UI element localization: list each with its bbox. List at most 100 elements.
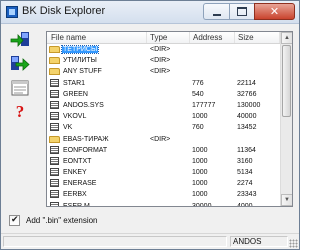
file-icon <box>50 112 59 121</box>
view-grid-icon <box>11 80 29 96</box>
file-address: 760 <box>192 124 204 132</box>
file-type <box>150 78 190 89</box>
list-item[interactable]: УТИЛИТЫ <DIR> <box>47 55 280 66</box>
file-size: 11364 <box>237 146 256 154</box>
file-size: 32766 <box>237 90 257 98</box>
list-item[interactable]: ТЕТРИСЫ <DIR> <box>47 44 280 55</box>
file-name: EONFORMAT <box>63 146 108 154</box>
resize-grip[interactable] <box>289 239 298 248</box>
file-address: 1000 <box>192 113 208 121</box>
file-size: 23343 <box>237 191 257 199</box>
file-type <box>150 156 190 167</box>
file-name: ANDOS.SYS <box>63 101 104 109</box>
file-name-cell: УТИЛИТЫ <box>49 55 147 66</box>
file-name-cell: VK <box>49 122 147 133</box>
file-name: STAR1 <box>63 79 86 87</box>
scroll-up-button[interactable]: ▲ <box>281 32 292 44</box>
list-item[interactable]: ENKEY 1000 5134 <box>47 167 280 178</box>
file-icon <box>50 201 59 206</box>
file-name: ESER.M <box>63 202 90 207</box>
help-button[interactable]: ? <box>9 103 31 121</box>
file-icon <box>50 100 59 109</box>
column-header-address[interactable]: Address <box>190 32 235 43</box>
import-button[interactable] <box>9 31 31 49</box>
list-item[interactable]: ESER.M 30000 4000 <box>47 201 280 207</box>
file-name: VK <box>63 124 73 132</box>
file-size: 4000 <box>237 202 253 207</box>
folder-icon <box>49 46 60 53</box>
list-item[interactable]: EONFORMAT 1000 11364 <box>47 145 280 156</box>
file-name-cell: GREEN <box>49 89 147 100</box>
column-header-type[interactable]: Type <box>147 32 190 43</box>
file-name-cell: STAR1 <box>49 78 147 89</box>
file-type: <DIR> <box>150 57 171 65</box>
file-address: 1000 <box>192 191 208 199</box>
file-type: <DIR> <box>150 68 171 76</box>
file-size: 40000 <box>237 113 257 121</box>
add-bin-extension-label: Add ".bin" extension <box>26 215 98 225</box>
file-name: VKOVL <box>63 113 87 121</box>
help-icon: ? <box>15 102 25 121</box>
file-icon <box>50 78 59 87</box>
list-item[interactable]: ANDOS.SYS 177777 130000 <box>47 100 280 111</box>
folder-icon <box>49 57 60 65</box>
file-name: GREEN <box>63 90 88 98</box>
app-icon <box>6 6 18 18</box>
status-panel-format: ANDOS <box>230 236 288 247</box>
file-name-cell: EONTXT <box>49 156 147 167</box>
file-name: ENERASE <box>63 180 97 188</box>
import-green-arrow-icon <box>10 32 29 48</box>
file-address <box>192 55 234 66</box>
export-button[interactable] <box>9 55 31 73</box>
file-size <box>237 134 279 145</box>
column-header-name[interactable]: File name <box>47 32 147 43</box>
file-type <box>150 89 190 100</box>
window-title: BK Disk Explorer <box>22 5 106 17</box>
view-button[interactable] <box>9 79 31 97</box>
file-name: УТИЛИТЫ <box>63 57 97 65</box>
list-rows: ТЕТРИСЫ <DIR> УТИЛИТЫ <DIR> ANY STUFF <DIR> ST… <box>47 44 280 207</box>
file-name: EBAS-ТИРАЖ <box>63 135 109 143</box>
file-address <box>192 134 234 145</box>
file-type <box>150 189 190 200</box>
file-name-cell: ESER.M <box>49 201 147 207</box>
list-item[interactable]: VK 760 13452 <box>47 122 280 133</box>
list-item[interactable]: GREEN 540 32766 <box>47 89 280 100</box>
file-type <box>150 167 190 178</box>
file-icon <box>50 168 59 177</box>
list-item[interactable]: EONTXT 1000 3160 <box>47 156 280 167</box>
list-item[interactable]: EBAS-ТИРАЖ <DIR> <box>47 134 280 145</box>
add-bin-extension-checkbox[interactable] <box>9 214 20 226</box>
window-controls: ✕ <box>203 3 295 20</box>
file-name-cell: EONFORMAT <box>49 145 147 156</box>
minimize-button[interactable] <box>203 3 229 20</box>
file-size: 3160 <box>237 157 253 165</box>
list-item[interactable]: ANY STUFF <DIR> <box>47 66 280 77</box>
file-size: 5134 <box>237 169 253 177</box>
file-name-cell: ENKEY <box>49 167 147 178</box>
list-item[interactable]: STAR1 776 22114 <box>47 78 280 89</box>
file-name-cell: ANDOS.SYS <box>49 100 147 111</box>
list-item[interactable]: ENERASE 1000 2274 <box>47 178 280 189</box>
file-list[interactable]: File name Type Address Size ТЕТРИСЫ <DIR>… <box>46 31 293 207</box>
maximize-button[interactable] <box>229 3 254 20</box>
vertical-scrollbar[interactable]: ▲ ▼ <box>280 32 292 206</box>
column-header-size[interactable]: Size <box>235 32 280 43</box>
file-name-cell: ТЕТРИСЫ <box>49 44 147 55</box>
file-name-cell: EERBX <box>49 189 147 200</box>
file-address: 540 <box>192 90 204 98</box>
scroll-thumb[interactable] <box>282 45 291 117</box>
folder-icon <box>49 68 60 76</box>
title-bar[interactable]: BK Disk Explorer ✕ <box>1 1 299 24</box>
close-button[interactable]: ✕ <box>254 3 295 20</box>
add-bin-extension-option[interactable]: Add ".bin" extension <box>9 214 98 226</box>
file-icon <box>50 190 59 199</box>
list-item[interactable]: VKOVL 1000 40000 <box>47 111 280 122</box>
file-name: EONTXT <box>63 157 92 165</box>
file-type <box>150 178 190 189</box>
file-type <box>150 111 190 122</box>
scroll-down-button[interactable]: ▼ <box>281 194 292 206</box>
file-address: 1000 <box>192 146 208 154</box>
list-item[interactable]: EERBX 1000 23343 <box>47 189 280 200</box>
file-address <box>192 44 234 55</box>
